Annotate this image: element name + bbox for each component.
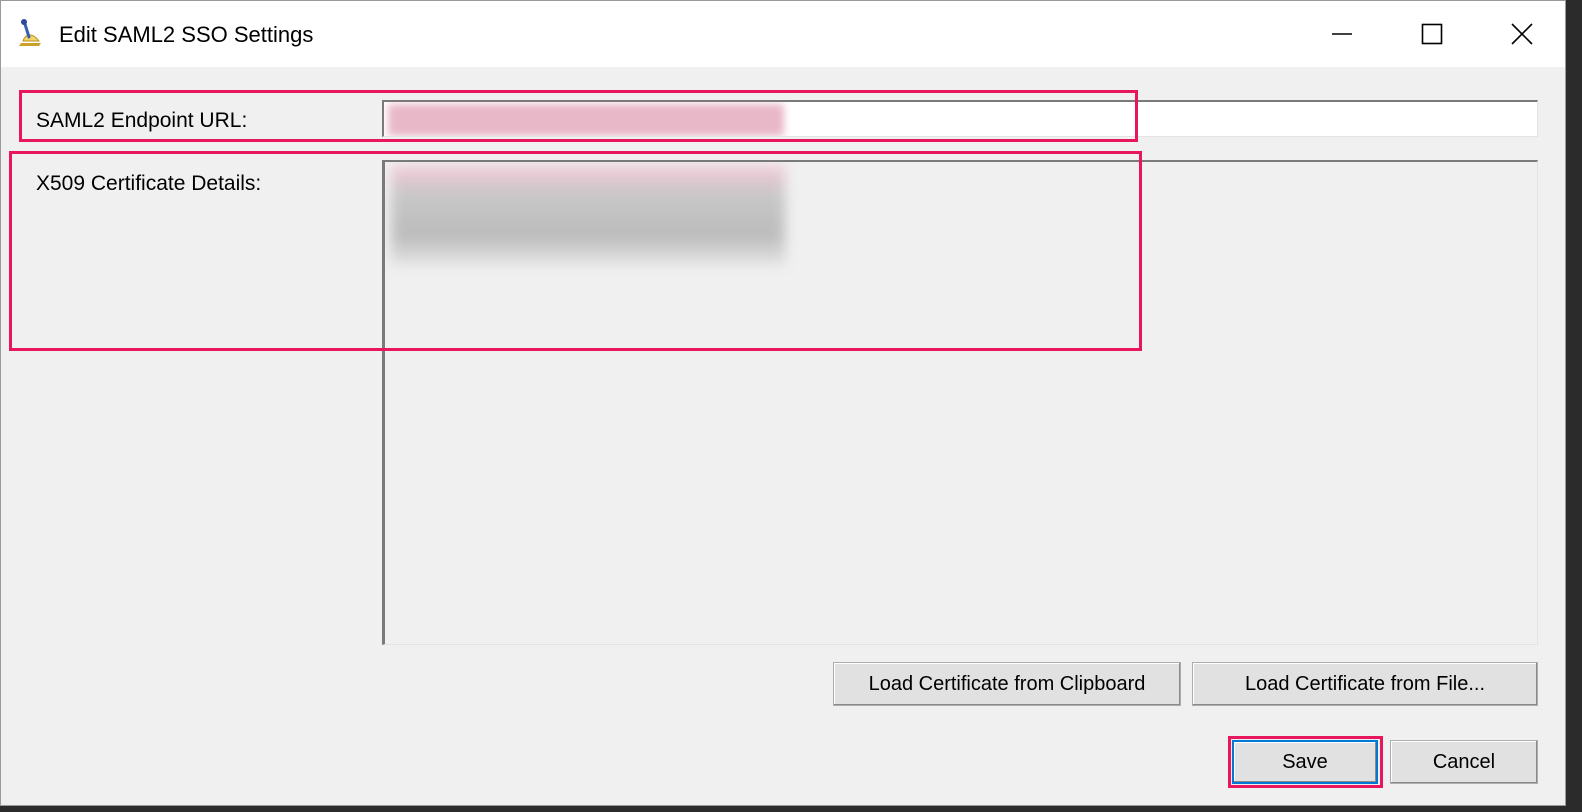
certificate-details-label: X509 Certificate Details:: [36, 172, 262, 195]
endpoint-url-input[interactable]: [382, 100, 1538, 137]
title-bar[interactable]: Edit SAML2 SSO Settings: [1, 1, 1565, 67]
certificate-details-textarea[interactable]: [382, 160, 1538, 645]
redacted-certificate-value: [391, 166, 785, 266]
minimize-icon: [1331, 23, 1353, 45]
pen-and-ink-icon: [15, 17, 47, 49]
dialog-window: Edit SAML2 SSO Settings SAML2 Endpoint U…: [0, 0, 1566, 806]
minimize-button[interactable]: [1297, 1, 1387, 67]
endpoint-url-label: SAML2 Endpoint URL:: [36, 109, 248, 132]
redacted-url-value: [388, 104, 784, 136]
close-button[interactable]: [1477, 1, 1567, 67]
close-icon: [1511, 23, 1533, 45]
cancel-button[interactable]: Cancel: [1390, 740, 1538, 784]
load-certificate-file-button[interactable]: Load Certificate from File...: [1192, 662, 1538, 706]
load-certificate-clipboard-button[interactable]: Load Certificate from Clipboard: [833, 662, 1181, 706]
save-button[interactable]: Save: [1232, 740, 1378, 784]
maximize-button[interactable]: [1387, 1, 1477, 67]
window-title: Edit SAML2 SSO Settings: [59, 22, 314, 47]
maximize-icon: [1421, 23, 1443, 45]
